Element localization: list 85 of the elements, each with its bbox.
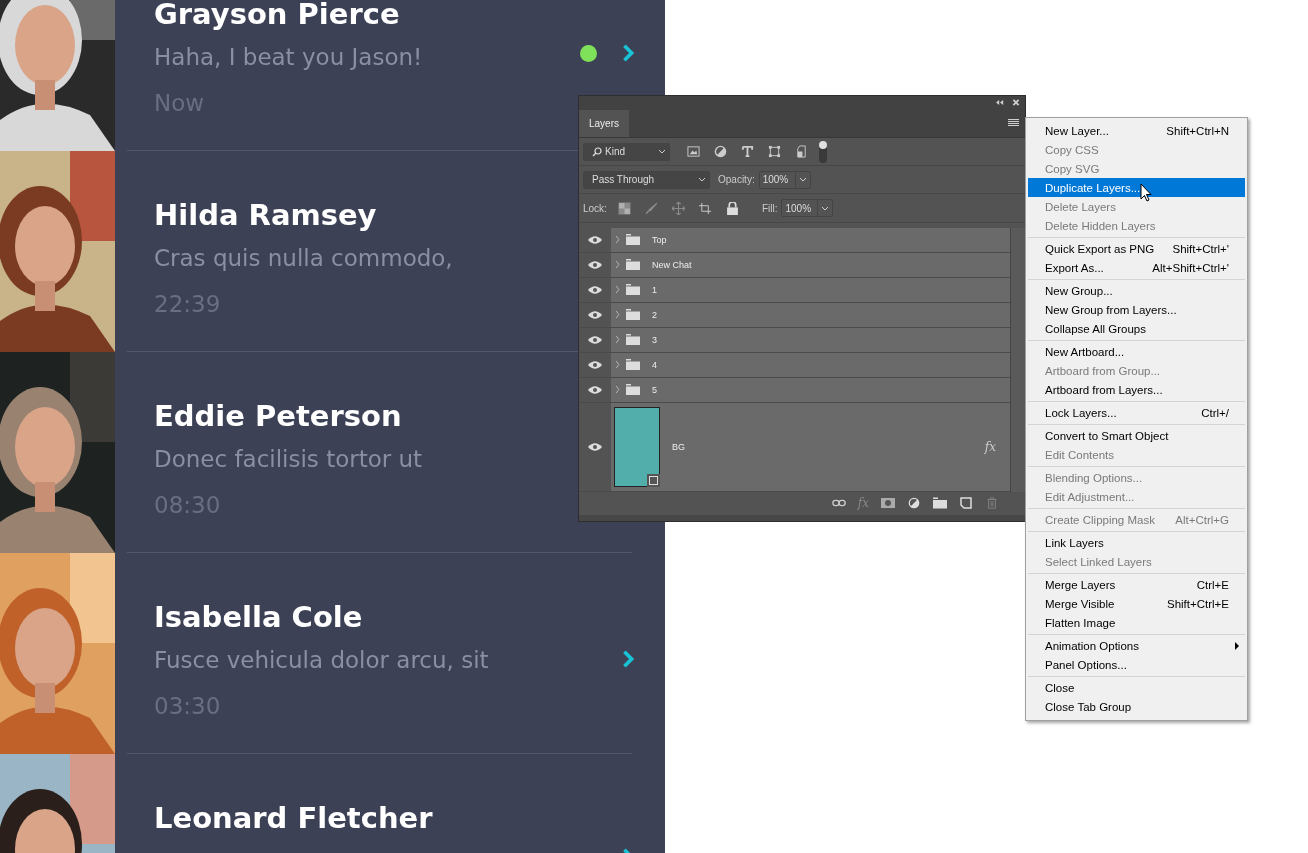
folder-icon xyxy=(626,384,640,396)
menu-icon[interactable] xyxy=(1008,119,1019,128)
contact-name: Eddie Peterson xyxy=(154,398,402,435)
image-filter-icon[interactable] xyxy=(687,145,700,158)
adjustment-icon[interactable] xyxy=(907,497,921,510)
layer-row[interactable]: New Chat xyxy=(579,252,1010,278)
menu-item[interactable]: Close xyxy=(1028,678,1245,697)
message-preview: Haha, I beat you Jason! xyxy=(154,43,423,72)
caret-icon[interactable] xyxy=(798,177,807,183)
contact-name: Grayson Pierce xyxy=(154,0,400,33)
layer-row[interactable]: 4 xyxy=(579,352,1010,378)
message-preview: Fusce vehicula dolor arcu, sit xyxy=(154,646,489,675)
close-icon[interactable] xyxy=(1012,99,1020,107)
eye-icon[interactable] xyxy=(579,402,611,491)
eye-icon[interactable] xyxy=(579,252,611,277)
layer-row[interactable]: BG fx xyxy=(579,402,1010,492)
caret-icon[interactable] xyxy=(698,177,706,183)
menu-item[interactable]: Convert to Smart Object xyxy=(1028,426,1245,445)
opacity-label: Opacity: xyxy=(718,174,755,186)
menu-item[interactable]: New Layer... Shift+Ctrl+N xyxy=(1028,121,1245,140)
folder-icon[interactable] xyxy=(933,497,947,510)
menu-item[interactable]: Link Layers xyxy=(1028,533,1245,552)
menu-item[interactable]: Animation Options xyxy=(1028,636,1245,655)
eye-icon[interactable] xyxy=(579,227,611,252)
message-preview: Cras quis nulla commodo, xyxy=(154,244,453,273)
layer-row[interactable]: 3 xyxy=(579,327,1010,353)
menu-item[interactable]: Artboard from Layers... xyxy=(1028,380,1245,399)
folder-icon xyxy=(626,284,640,296)
contact-name: Leonard Fletcher xyxy=(154,800,433,837)
menu-item[interactable]: Duplicate Layers... xyxy=(1028,178,1245,197)
lock-pixels-icon[interactable] xyxy=(617,201,631,215)
menu-item[interactable]: New Artboard... xyxy=(1028,342,1245,361)
contact-name: Isabella Cole xyxy=(154,599,363,636)
type-filter-icon[interactable] xyxy=(741,145,754,158)
menu-item[interactable]: Merge Layers Ctrl+E xyxy=(1028,575,1245,594)
menu-item[interactable]: Flatten Image xyxy=(1028,613,1245,632)
blend-mode-dropdown[interactable]: Pass Through xyxy=(583,170,710,189)
crop-icon[interactable] xyxy=(698,201,712,215)
eye-icon[interactable] xyxy=(579,352,611,377)
eye-icon[interactable] xyxy=(579,377,611,402)
eye-icon[interactable] xyxy=(579,277,611,302)
menu-item[interactable]: New Group... xyxy=(1028,281,1245,300)
fill-label: Fill: xyxy=(761,202,778,214)
eye-icon[interactable] xyxy=(579,302,611,327)
folder-icon xyxy=(626,334,640,346)
caret-icon[interactable] xyxy=(821,205,830,211)
lock-label: Lock: xyxy=(583,202,607,214)
menu-item[interactable]: Close Tab Group xyxy=(1028,697,1245,716)
fill-field[interactable]: 100% xyxy=(781,199,834,217)
effects-badge[interactable]: fx xyxy=(984,439,996,454)
caret-icon[interactable] xyxy=(658,149,666,154)
chevron-icon[interactable] xyxy=(622,649,634,669)
filter-dropdown[interactable]: Kind xyxy=(583,142,670,161)
menu-item[interactable]: New Group from Layers... xyxy=(1028,300,1245,319)
contact-name: Hilda Ramsey xyxy=(154,197,377,234)
menu-item[interactable]: Quick Export as PNG Shift+Ctrl+' xyxy=(1028,239,1245,258)
chevron-icon[interactable] xyxy=(622,43,634,63)
folder-icon xyxy=(626,234,640,246)
scrollbar[interactable] xyxy=(1010,227,1025,492)
new-layer-icon[interactable] xyxy=(959,497,973,510)
message-preview: Donec facilisis tortor ut xyxy=(154,445,423,474)
lock-icon[interactable] xyxy=(725,201,739,215)
collapse-icon[interactable] xyxy=(996,99,1004,107)
filter-toggle[interactable] xyxy=(819,140,827,163)
layer-row[interactable]: 5 xyxy=(579,377,1010,403)
layer-row[interactable]: Top xyxy=(579,227,1010,253)
cursor-icon xyxy=(1140,183,1152,202)
search-icon xyxy=(592,146,602,157)
folder-icon xyxy=(626,259,640,271)
menu-item[interactable]: Merge Visible Shift+Ctrl+E xyxy=(1028,594,1245,613)
menu-item[interactable]: Panel Options... xyxy=(1028,655,1245,674)
layers-tab[interactable]: Layers xyxy=(579,109,629,137)
folder-icon xyxy=(626,359,640,371)
menu-item[interactable]: Export As... Alt+Shift+Ctrl+' xyxy=(1028,258,1245,277)
shape-filter-icon[interactable] xyxy=(768,145,781,158)
adjustment-filter-icon[interactable] xyxy=(714,145,727,158)
mask-icon[interactable] xyxy=(881,497,895,510)
layer-row[interactable]: 1 xyxy=(579,277,1010,303)
eye-icon[interactable] xyxy=(579,327,611,352)
folder-icon xyxy=(626,309,640,321)
menu-item[interactable]: Lock Layers... Ctrl+/ xyxy=(1028,403,1245,422)
menu-item[interactable]: Collapse All Groups xyxy=(1028,319,1245,338)
opacity-field[interactable]: 100% xyxy=(758,170,811,189)
smart-object-filter-icon[interactable] xyxy=(795,145,808,158)
layer-row[interactable]: 2 xyxy=(579,302,1010,328)
